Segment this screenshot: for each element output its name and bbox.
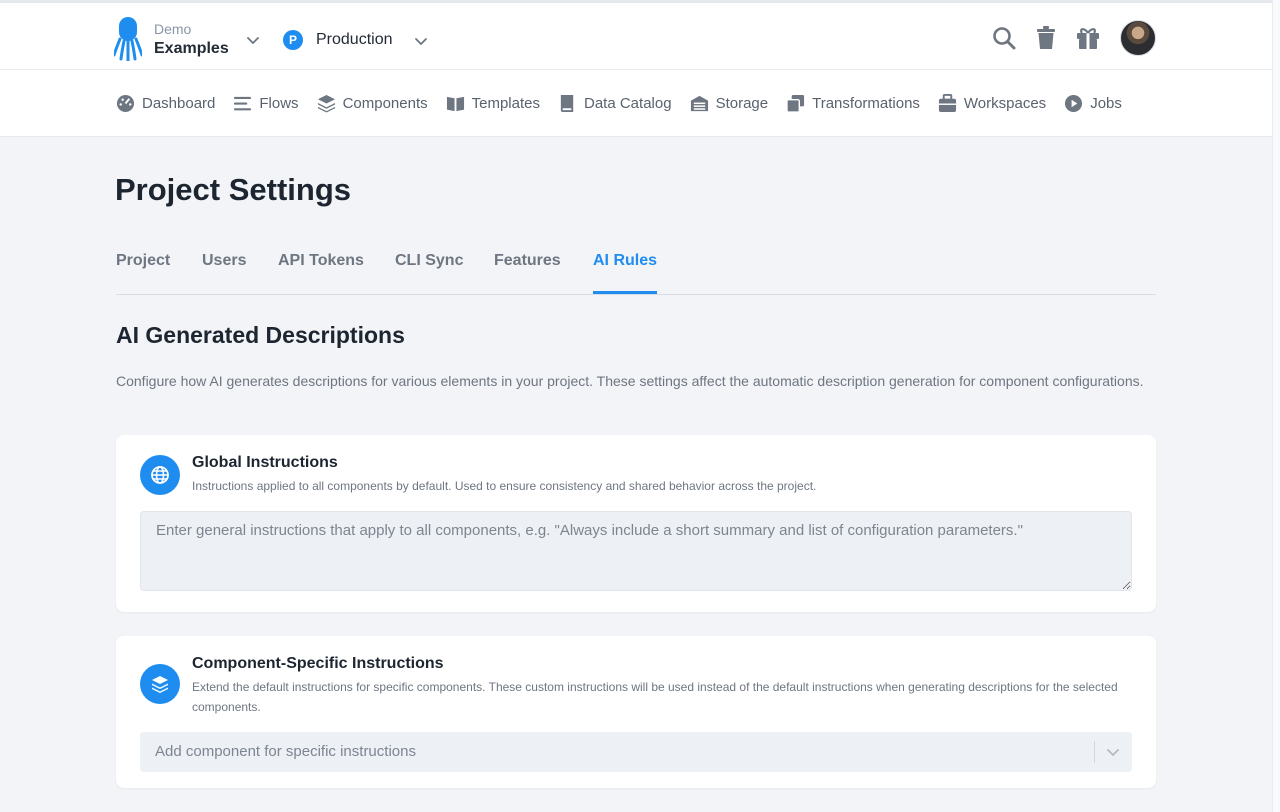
project-badge: P	[283, 30, 303, 50]
global-instructions-textarea[interactable]	[140, 511, 1132, 591]
org-chevron-down-icon[interactable]	[246, 33, 260, 47]
templates-icon	[446, 96, 464, 112]
section-description: Configure how AI generates descriptions …	[116, 373, 1144, 389]
layers-icon	[152, 676, 168, 693]
project-chevron-down-icon[interactable]	[414, 34, 428, 48]
component-select[interactable]: Add component for specific instructions	[140, 732, 1132, 772]
storage-icon	[690, 95, 708, 112]
nav-item-jobs[interactable]: Jobs	[1064, 94, 1122, 113]
tab-cli-sync[interactable]: CLI Sync	[395, 252, 463, 294]
nav-label-components: Components	[342, 95, 428, 112]
tab-features[interactable]: Features	[494, 252, 561, 294]
global-instructions-card: Global Instructions Instructions applied…	[116, 435, 1156, 612]
nav-label-dashboard: Dashboard	[142, 95, 216, 112]
search-icon[interactable]	[991, 25, 1017, 51]
page-title: Project Settings	[115, 172, 351, 207]
gift-icon[interactable]	[1075, 25, 1101, 51]
tab-ai-rules[interactable]: AI Rules	[593, 252, 658, 294]
global-card-title: Global Instructions	[192, 454, 338, 471]
nav-label-templates: Templates	[471, 95, 540, 112]
nav-label-jobs: Jobs	[1090, 95, 1122, 112]
nav-item-flows[interactable]: Flows	[233, 94, 299, 113]
global-card-icon-badge	[140, 455, 180, 495]
tab-api-tokens[interactable]: API Tokens	[278, 252, 364, 294]
nav-label-flows: Flows	[259, 95, 299, 112]
nav-item-templates[interactable]: Templates	[446, 94, 540, 113]
nav-label-transformations: Transformations	[812, 95, 920, 112]
org-switcher[interactable]: Demo Examples	[154, 21, 229, 59]
top-bar: Demo Examples P Production	[0, 0, 1272, 70]
globe-icon	[151, 466, 169, 484]
org-label: Demo	[154, 21, 192, 37]
trash-icon[interactable]	[1033, 25, 1059, 51]
main-nav: Dashboard Flows Components Templates Dat…	[0, 70, 1272, 137]
project-switcher[interactable]: Production	[316, 30, 393, 50]
data-catalog-icon	[560, 94, 574, 113]
flows-icon	[234, 96, 252, 111]
component-card-subtitle: Extend the default instructions for spec…	[192, 680, 1118, 714]
nav-item-components[interactable]: Components	[317, 94, 428, 113]
transformations-icon	[786, 94, 805, 113]
global-card-subtitle: Instructions applied to all components b…	[192, 479, 817, 493]
nav-item-workspaces[interactable]: Workspaces	[938, 94, 1046, 113]
chevron-down-icon[interactable]	[1106, 745, 1120, 759]
settings-tabs: Project Users API Tokens CLI Sync Featur…	[116, 248, 1156, 295]
nav-label-storage: Storage	[715, 95, 769, 112]
component-select-placeholder: Add component for specific instructions	[155, 743, 416, 760]
nav-item-transformations[interactable]: Transformations	[786, 94, 920, 113]
workspaces-icon	[938, 94, 956, 113]
components-icon	[317, 94, 335, 113]
tab-users[interactable]: Users	[202, 252, 246, 294]
tab-project[interactable]: Project	[116, 252, 170, 294]
nav-label-workspaces: Workspaces	[963, 95, 1047, 112]
select-separator	[1094, 741, 1095, 763]
page-scrollbar[interactable]	[1272, 0, 1280, 812]
dashboard-icon	[116, 94, 135, 113]
component-card-title: Component-Specific Instructions	[192, 655, 444, 672]
component-card-icon-badge	[140, 664, 180, 704]
nav-item-data-catalog[interactable]: Data Catalog	[558, 94, 672, 113]
user-avatar[interactable]	[1120, 20, 1156, 56]
nav-label-data-catalog: Data Catalog	[584, 95, 672, 112]
octopus-logo-icon[interactable]	[114, 17, 142, 61]
component-instructions-card: Component-Specific Instructions Extend t…	[116, 636, 1156, 788]
nav-item-storage[interactable]: Storage	[690, 94, 769, 113]
section-title: AI Generated Descriptions	[116, 322, 405, 348]
nav-item-dashboard[interactable]: Dashboard	[116, 94, 215, 113]
org-name: Examples	[154, 40, 229, 57]
jobs-icon	[1065, 94, 1083, 113]
